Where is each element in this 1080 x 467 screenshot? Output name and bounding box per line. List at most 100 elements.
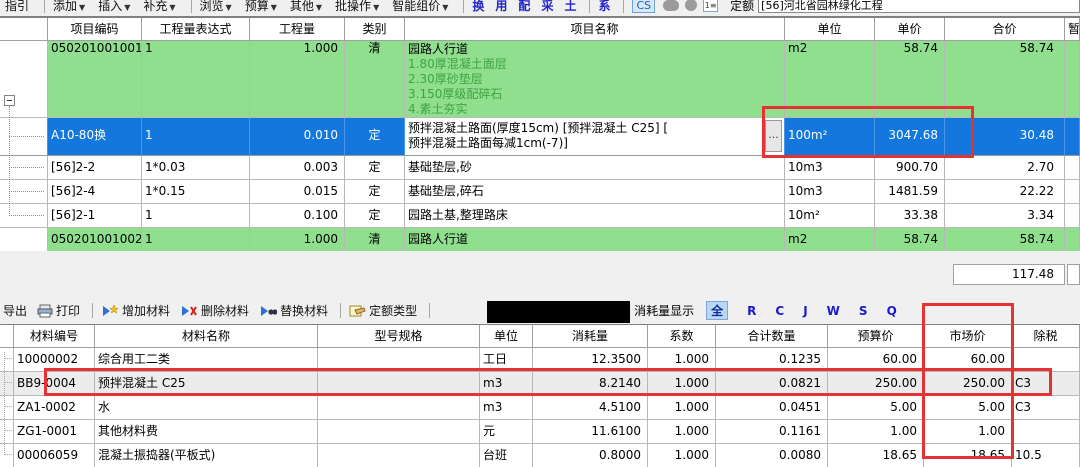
filter-j[interactable]: J xyxy=(803,304,807,318)
cell-tax[interactable]: C3 xyxy=(1012,372,1080,396)
cell-expr[interactable]: 1 xyxy=(142,41,250,118)
filter-s[interactable]: S xyxy=(859,304,868,318)
cell-name[interactable]: 园路人行道 1.80厚混凝土面层 2.30厚砂垫层 3.150厚级配碎石 4.素… xyxy=(405,41,785,118)
cell-unit[interactable]: m3 xyxy=(480,372,533,396)
cell-market-price[interactable]: 18.65 xyxy=(924,444,1012,467)
cell-material-name[interactable]: 预拌混凝土 C25 xyxy=(95,372,318,396)
filter-q[interactable]: Q xyxy=(887,304,897,318)
cell-budget-price[interactable]: 1.00 xyxy=(828,420,924,444)
cell-market-price[interactable]: 250.00 xyxy=(924,372,1012,396)
guide-button[interactable]: 指引 xyxy=(5,0,29,14)
cell-total[interactable]: 3.34 xyxy=(945,204,1065,228)
cell-spec[interactable] xyxy=(318,348,480,372)
cell-consumption[interactable]: 8.2140 xyxy=(533,372,648,396)
cell-unit[interactable]: 10m3 xyxy=(785,156,875,180)
table-row-selected[interactable]: A10-80换 1 0.010 定 预拌混凝土路面(厚度15cm) [预拌混凝土… xyxy=(0,118,1080,156)
cell-coefficient[interactable]: 1.000 xyxy=(648,348,716,372)
cell-consumption[interactable]: 12.3500 xyxy=(533,348,648,372)
cell-coefficient[interactable]: 1.000 xyxy=(648,372,716,396)
cell-code[interactable]: [56]2-2 xyxy=(48,156,142,180)
cell-budget-price[interactable]: 5.00 xyxy=(828,396,924,420)
cell-market-price[interactable]: 60.00 xyxy=(924,348,1012,372)
cell-tax[interactable] xyxy=(1012,348,1080,372)
cell-material-no[interactable]: ZG1-0001 xyxy=(14,420,95,444)
cell-unit[interactable]: m2 xyxy=(785,228,875,252)
filter-r[interactable]: R xyxy=(747,304,756,318)
cell-budget-price[interactable]: 250.00 xyxy=(828,372,924,396)
tree-collapse-icon[interactable] xyxy=(4,95,15,106)
cell-tax[interactable]: C3 xyxy=(1012,396,1080,420)
material-row-selected[interactable]: BB9-0004 预拌混凝土 C25 m3 8.2140 1.000 0.082… xyxy=(0,372,1080,396)
menu-insert[interactable]: 插入▼ xyxy=(98,0,130,14)
cell-extra[interactable] xyxy=(1065,156,1080,180)
menu-supplement[interactable]: 补充▼ xyxy=(143,0,175,14)
cell-tax[interactable] xyxy=(1012,420,1080,444)
cell-type[interactable]: 定 xyxy=(345,180,405,204)
filter-c[interactable]: C xyxy=(775,304,784,318)
cell-material-no[interactable]: BB9-0004 xyxy=(14,372,95,396)
cell-total[interactable]: 22.22 xyxy=(945,180,1065,204)
cell-expr[interactable]: 1 xyxy=(142,228,250,252)
cell-name[interactable]: 基础垫层,碎石 xyxy=(405,180,785,204)
action-allocate[interactable]: 配 xyxy=(518,0,530,14)
cell-price[interactable]: 3047.68 xyxy=(875,118,945,156)
cell-type[interactable]: 定 xyxy=(345,156,405,180)
cell-total-qty[interactable]: 0.1161 xyxy=(716,420,828,444)
cell-total[interactable]: 58.74 xyxy=(945,228,1065,252)
cell-material-name[interactable]: 综合用工二类 xyxy=(95,348,318,372)
cell-material-no[interactable]: 10000002 xyxy=(14,348,95,372)
cell-unit[interactable]: 工日 xyxy=(480,348,533,372)
ellipsis-button[interactable]: ... xyxy=(765,120,782,152)
cell-code[interactable]: 050201001002 xyxy=(48,228,142,252)
cell-extra[interactable] xyxy=(1065,204,1080,228)
cell-type[interactable]: 定 xyxy=(345,204,405,228)
table-row[interactable]: [56]2-4 1*0.15 0.015 定 基础垫层,碎石 10m3 1481… xyxy=(0,180,1080,204)
material-row[interactable]: ZA1-0002 水 m3 4.5100 1.000 0.0451 5.00 5… xyxy=(0,396,1080,420)
material-row[interactable]: 10000002 综合用工二类 工日 12.3500 1.000 0.1235 … xyxy=(0,348,1080,372)
filter-w[interactable]: W xyxy=(827,304,840,318)
cell-qty[interactable]: 0.010 xyxy=(250,118,345,156)
cell-price[interactable]: 58.74 xyxy=(875,228,945,252)
cell-extra[interactable] xyxy=(1065,228,1080,252)
cell-qty[interactable]: 0.003 xyxy=(250,156,345,180)
cell-material-no[interactable]: 00006059 xyxy=(14,444,95,467)
cell-spec[interactable] xyxy=(318,444,480,467)
cell-market-price[interactable]: 1.00 xyxy=(924,420,1012,444)
list-settings-icon[interactable]: 1≡ xyxy=(703,0,718,12)
cell-coefficient[interactable]: 1.000 xyxy=(648,396,716,420)
table-row[interactable]: [56]2-1 1 0.100 定 园路土基,整理路床 10m² 33.38 3… xyxy=(0,204,1080,228)
cell-coefficient[interactable]: 1.000 xyxy=(648,444,716,467)
material-row[interactable]: ZG1-0001 其他材料费 元 11.6100 1.000 0.1161 1.… xyxy=(0,420,1080,444)
cell-material-no[interactable]: ZA1-0002 xyxy=(14,396,95,420)
cell-spec[interactable] xyxy=(318,396,480,420)
cell-unit[interactable]: 10m² xyxy=(785,204,875,228)
table-row[interactable]: [56]2-2 1*0.03 0.003 定 基础垫层,砂 10m3 900.7… xyxy=(0,156,1080,180)
cell-unit[interactable]: 100m² xyxy=(785,118,875,156)
cell-market-price[interactable]: 5.00 xyxy=(924,396,1012,420)
cell-total-qty[interactable]: 0.1235 xyxy=(716,348,828,372)
action-procure[interactable]: 采 xyxy=(541,0,553,14)
quota-type-button[interactable]: 定额类型 xyxy=(349,302,417,319)
record-icon[interactable] xyxy=(685,0,697,11)
cell-code[interactable]: 050201001001 xyxy=(48,41,142,118)
cell-code[interactable]: [56]2-4 xyxy=(48,180,142,204)
menu-other[interactable]: 其他▼ xyxy=(290,0,322,14)
cell-unit[interactable]: m3 xyxy=(480,396,533,420)
cell-name[interactable]: 园路土基,整理路床 xyxy=(405,204,785,228)
cell-unit[interactable]: 10m3 xyxy=(785,180,875,204)
cell-spec[interactable] xyxy=(318,420,480,444)
cell-type[interactable]: 定 xyxy=(345,118,405,156)
menu-add[interactable]: 添加▼ xyxy=(53,0,85,14)
cell-qty[interactable]: 1.000 xyxy=(250,41,345,118)
cell-unit[interactable]: 台班 xyxy=(480,444,533,467)
cell-type[interactable]: 清 xyxy=(345,228,405,252)
cell-consumption[interactable]: 4.5100 xyxy=(533,396,648,420)
cell-expr[interactable]: 1 xyxy=(142,204,250,228)
filter-all[interactable]: 全 xyxy=(706,301,728,320)
cell-spec[interactable] xyxy=(318,372,480,396)
export-button[interactable]: 导出 xyxy=(3,302,27,319)
cell-material-name[interactable]: 混凝土振捣器(平板式) xyxy=(95,444,318,467)
menu-smart-pricing[interactable]: 智能组价▼ xyxy=(392,0,448,14)
mute-icon[interactable] xyxy=(663,0,679,11)
table-row[interactable]: 050201001001 1 1.000 清 园路人行道 1.80厚混凝土面层 … xyxy=(0,41,1080,118)
